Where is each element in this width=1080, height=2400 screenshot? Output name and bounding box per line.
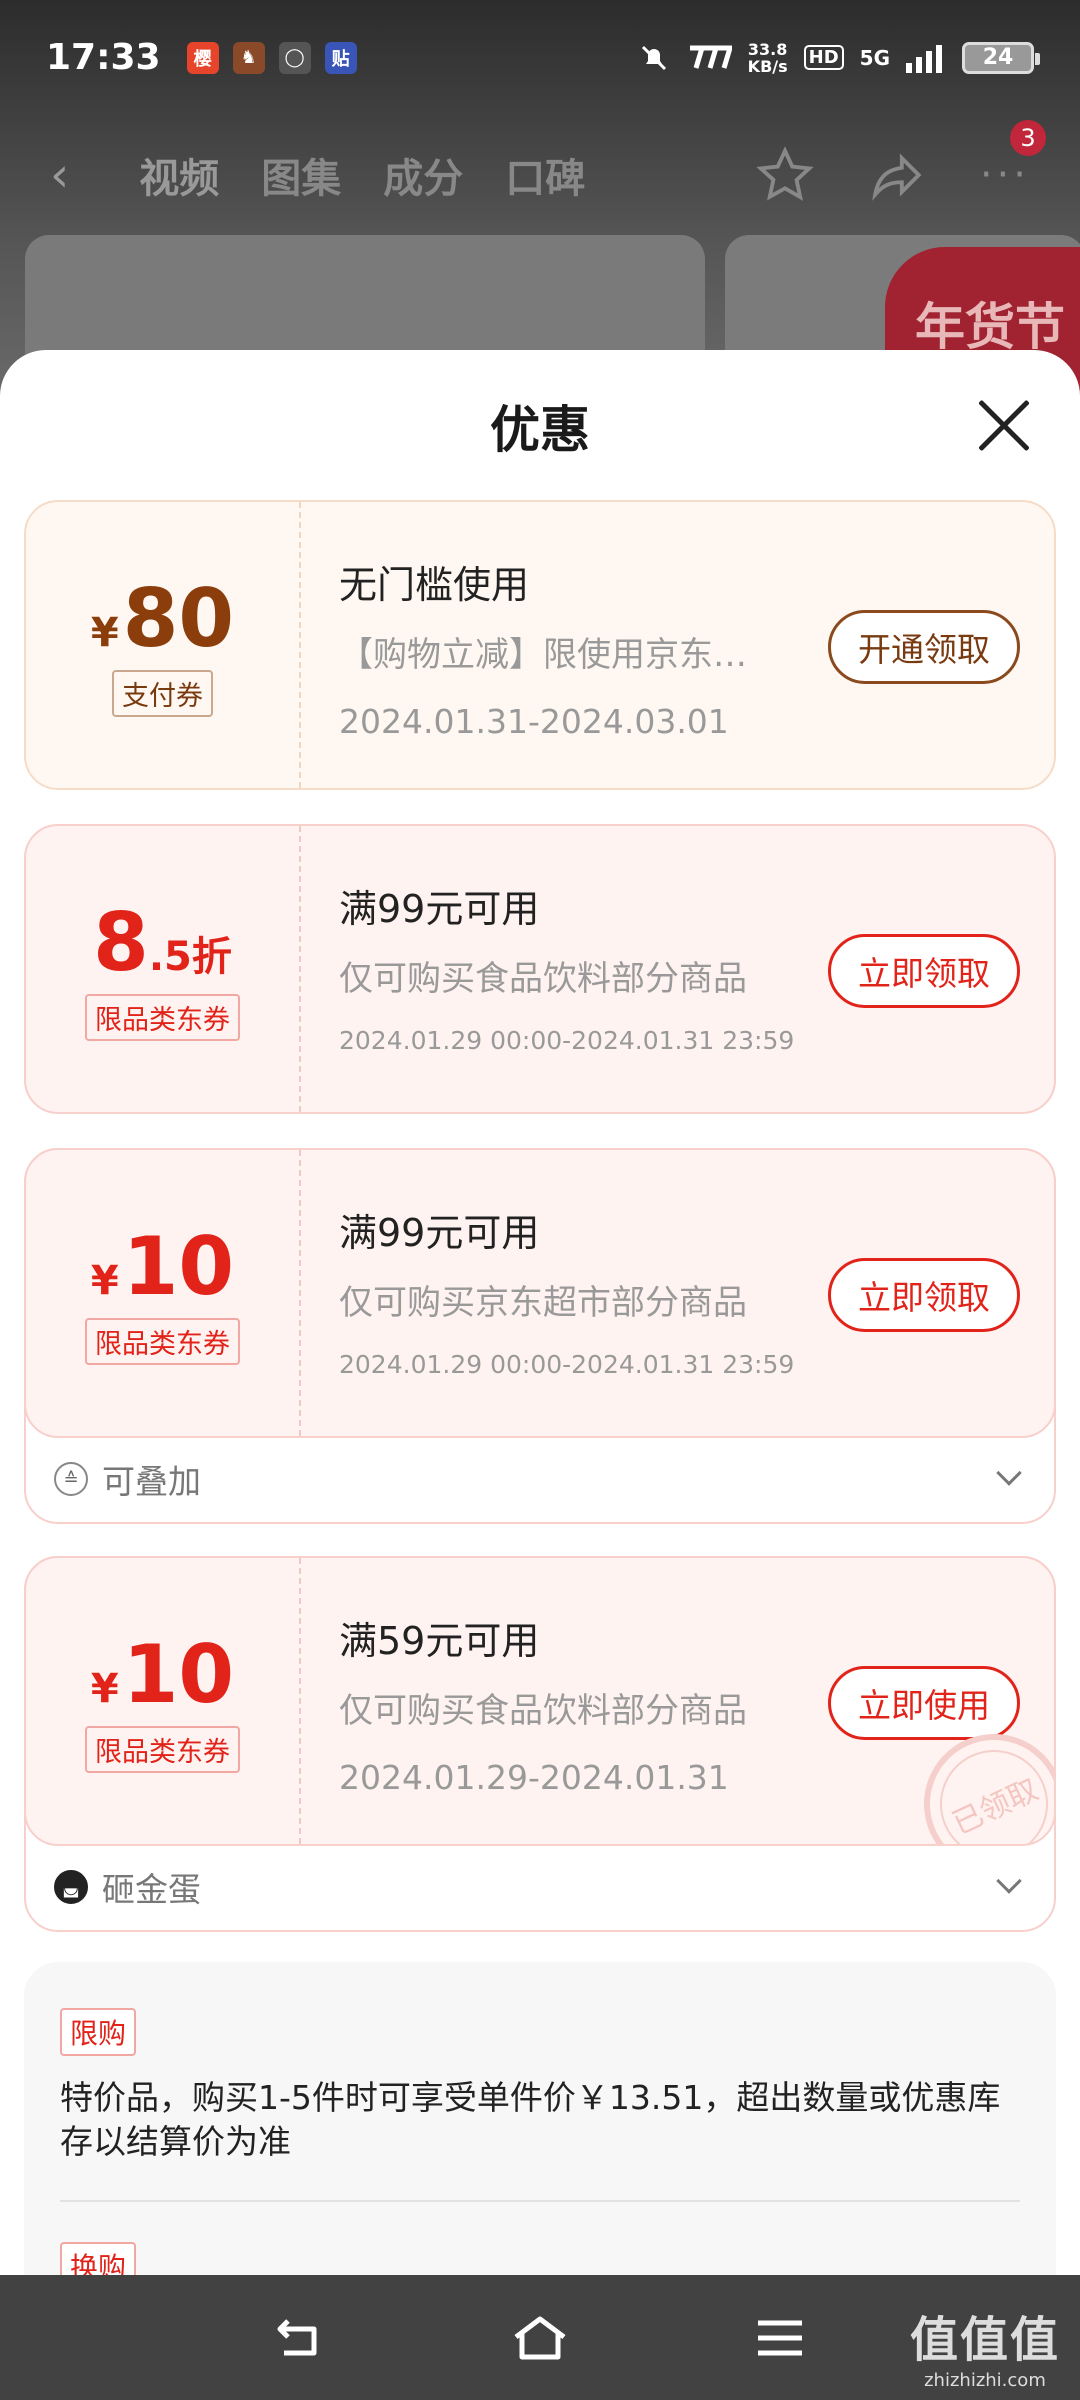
- menu-icon[interactable]: [750, 2313, 810, 2363]
- limit-tag: 限购: [60, 2008, 137, 2056]
- coupon-card: ¥ 10 限品类东券 满59元可用 仅可购买食品饮料部分商品 2024.01.2…: [24, 1556, 1056, 1932]
- coupon-info: 满99元可用 仅可购买食品饮料部分商品 2024.01.29 00:00-202…: [301, 826, 821, 1112]
- discount-sheet: 优惠 ¥ 80 支付券 无门槛使用 【购物立减】限使用京东… 2024.01.3…: [0, 350, 1080, 2275]
- mute-bell-icon: [641, 45, 666, 70]
- coupon-card: ¥ 80 支付券 无门槛使用 【购物立减】限使用京东… 2024.01.31-2…: [24, 500, 1056, 790]
- claim-button[interactable]: 立即领取: [828, 934, 1020, 1008]
- coupon-type-tag: 限品类东券: [85, 1317, 240, 1365]
- app-icon-4: 贴: [324, 41, 357, 74]
- coupon-date: 2024.01.31-2024.03.01: [339, 702, 729, 741]
- coupon-desc: 仅可购买食品饮料部分商品: [339, 1691, 747, 1731]
- back-icon[interactable]: ‹: [50, 147, 69, 203]
- hd-badge: HD: [803, 45, 844, 70]
- star-icon[interactable]: [756, 146, 814, 204]
- share-icon[interactable]: [868, 146, 926, 204]
- coupon-info: 无门槛使用 【购物立减】限使用京东… 2024.01.31-2024.03.01: [301, 502, 821, 788]
- tab-video[interactable]: 视频: [139, 146, 219, 204]
- coupon-amount: ¥ 80: [90, 571, 235, 665]
- coupon-date: 2024.01.29 00:00-2024.01.31 23:59: [339, 1350, 795, 1379]
- coupon-desc: 仅可购买食品饮料部分商品: [339, 959, 747, 999]
- signal-label: 5G: [859, 45, 890, 70]
- app-icon-3: ◯: [278, 41, 311, 74]
- stack-icon: ≙: [54, 1462, 88, 1496]
- app-icon-1: 樱: [186, 41, 219, 74]
- coupon-title: 满99元可用: [339, 887, 540, 931]
- limit-description: 特价品，购买1-5件时可享受单件价￥13.51，超出数量或优惠库存以结算价为准: [60, 2078, 1001, 2161]
- back-nav-icon[interactable]: [270, 2313, 330, 2363]
- app-icon-2: ♞: [232, 41, 265, 74]
- coupon-date: 2024.01.29-2024.01.31: [339, 1758, 729, 1797]
- coupon-type-tag: 限品类东券: [85, 993, 240, 1041]
- activate-claim-button[interactable]: 开通领取: [828, 610, 1020, 684]
- coupon-desc: 仅可购买京东超市部分商品: [339, 1283, 747, 1323]
- golden-egg-row[interactable]: ◛ 砸金蛋: [26, 1844, 1054, 1930]
- purchase-limit-box: 限购 特价品，购买1-5件时可享受单件价￥13.51，超出数量或优惠库存以结算价…: [24, 1962, 1056, 2275]
- coupon-value-area: ¥ 10 限品类东券: [26, 1558, 301, 1844]
- coupon-amount: ¥ 10: [90, 1219, 235, 1313]
- tab-gallery[interactable]: 图集: [261, 146, 341, 204]
- divider: [60, 2200, 1020, 2202]
- claim-button[interactable]: 立即领取: [828, 1258, 1020, 1332]
- coupon-title: 无门槛使用: [339, 563, 530, 607]
- coupon-type-tag: 支付券: [112, 669, 213, 717]
- stackable-label: 可叠加: [102, 1462, 201, 1501]
- site-watermark: 值值值 zhizhizhi.com: [909, 2312, 1060, 2391]
- more-icon[interactable]: ···: [980, 152, 1030, 198]
- coupon-desc: 【购物立减】限使用京东…: [339, 635, 747, 675]
- coupon-card: ¥ 10 限品类东券 满99元可用 仅可购买京东超市部分商品 2024.01.2…: [24, 1148, 1056, 1524]
- stackable-row[interactable]: ≙ 可叠加: [26, 1436, 1054, 1522]
- coupon-type-tag: 限品类东券: [85, 1725, 240, 1773]
- golden-egg-label: 砸金蛋: [102, 1870, 201, 1909]
- product-nav-bar: ‹ 视频 图集 成分 口碑 ··· 3: [0, 120, 1080, 225]
- coupon-body: ¥ 10 限品类东券 满59元可用 仅可购买食品饮料部分商品 2024.01.2…: [24, 1556, 1056, 1846]
- coupon-title: 满99元可用: [339, 1211, 540, 1255]
- coupon-value-area: 8 .5折 限品类东券: [26, 826, 301, 1112]
- coupon-amount: 8 .5折: [93, 895, 232, 989]
- coupon-title: 满59元可用: [339, 1619, 540, 1663]
- coupon-info: 满99元可用 仅可购买京东超市部分商品 2024.01.29 00:00-202…: [301, 1150, 821, 1436]
- sheet-title: 优惠: [490, 401, 590, 459]
- status-bar: 17:33 樱 ♞ ◯ 贴 33.8 KB/s HD 5G 24: [0, 0, 1080, 115]
- network-speed: 33.8 KB/s: [747, 39, 788, 76]
- carrier-logo-icon: [689, 45, 732, 69]
- notification-badge: 3: [1010, 120, 1046, 156]
- coupon-card: 8 .5折 限品类东券 满99元可用 仅可购买食品饮料部分商品 2024.01.…: [24, 824, 1056, 1114]
- coupon-value-area: ¥ 80 支付券: [26, 502, 301, 788]
- egg-icon: ◛: [54, 1870, 88, 1904]
- signal-bars-icon: [906, 44, 942, 73]
- status-time: 17:33: [46, 37, 161, 78]
- exchange-tag: 换购: [60, 2242, 137, 2275]
- chevron-down-icon[interactable]: [996, 1868, 1022, 1894]
- coupon-body: ¥ 80 支付券 无门槛使用 【购物立减】限使用京东… 2024.01.31-2…: [24, 500, 1056, 790]
- tab-reviews[interactable]: 口碑: [505, 146, 585, 204]
- coupon-body: 8 .5折 限品类东券 满99元可用 仅可购买食品饮料部分商品 2024.01.…: [24, 824, 1056, 1114]
- home-icon[interactable]: [510, 2313, 570, 2363]
- use-now-button[interactable]: 立即使用: [828, 1666, 1020, 1740]
- coupon-value-area: ¥ 10 限品类东券: [26, 1150, 301, 1436]
- close-icon[interactable]: [976, 398, 1032, 454]
- tab-ingredients[interactable]: 成分: [383, 146, 463, 204]
- coupon-body: ¥ 10 限品类东券 满99元可用 仅可购买京东超市部分商品 2024.01.2…: [24, 1148, 1056, 1438]
- coupon-info: 满59元可用 仅可购买食品饮料部分商品 2024.01.29-2024.01.3…: [301, 1558, 821, 1844]
- coupon-amount: ¥ 10: [90, 1627, 235, 1721]
- chevron-down-icon[interactable]: [996, 1460, 1022, 1486]
- coupon-date: 2024.01.29 00:00-2024.01.31 23:59: [339, 1026, 795, 1055]
- battery-indicator: 24: [962, 41, 1040, 74]
